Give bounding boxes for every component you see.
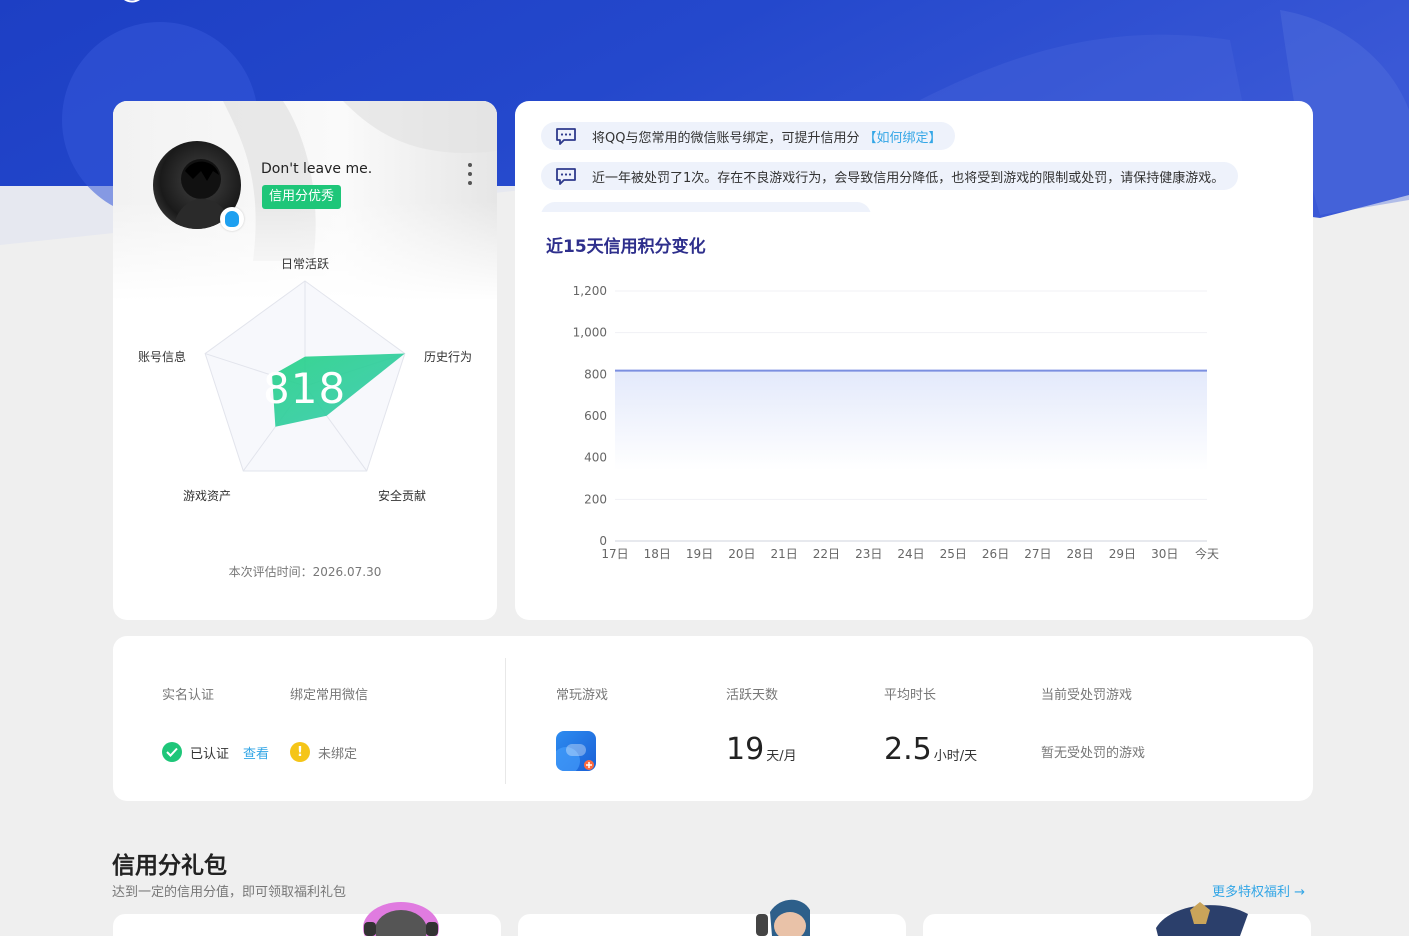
x-tick-label: 29日 [1109, 547, 1136, 561]
chat-icon [556, 128, 576, 145]
credit-score: 818 [263, 364, 347, 413]
active-days-heading: 活跃天数 [726, 688, 779, 703]
wechat-value: 未绑定 [318, 746, 358, 762]
x-tick-label: 24日 [897, 547, 924, 561]
radar-label-security: 安全贡献 [378, 489, 427, 503]
radar-label-history: 历史行为 [424, 350, 473, 364]
y-tick-label: 200 [584, 492, 607, 506]
y-tick-label: 600 [584, 409, 607, 423]
credit-trend-chart: 0 200 400 600 800 1,000 1,200 17日 18日 19日 20日 21日 22… [573, 284, 1219, 561]
x-tick-label: 18日 [644, 547, 671, 561]
gift-section-subtitle: 达到一定的信用分值，即可领取福利礼包 [112, 885, 347, 900]
y-tick-label: 400 [584, 451, 607, 465]
x-tick-label: 22日 [813, 547, 840, 561]
x-tick-label: 20日 [728, 547, 755, 561]
y-tick-label: 800 [584, 367, 607, 381]
y-tick-label: 1,000 [573, 326, 607, 340]
x-tick-label: 19日 [686, 547, 713, 561]
x-tick-label: 21日 [771, 547, 798, 561]
penalty-heading: 当前受处罚游戏 [1041, 688, 1133, 703]
x-tick-label: 26日 [982, 547, 1009, 561]
username: Don't leave me. [261, 161, 373, 177]
x-tick-label: 30日 [1151, 547, 1178, 561]
notice-penalty: 近一年被处罚了1次。存在不良游戏行为，会导致信用分降低，也将受到游戏的限制或处罚… [541, 162, 1239, 190]
penalty-value: 暂无受处罚的游戏 [1041, 746, 1146, 761]
avg-time-heading: 平均时长 [884, 688, 937, 703]
gift-character-art-3 [1156, 902, 1248, 936]
notice-text: 将QQ与您常用的微信账号绑定，可提升信用分 [592, 130, 860, 146]
chat-icon [556, 168, 576, 185]
realname-value: 已认证 [190, 746, 230, 762]
x-tick-label: 23日 [855, 547, 882, 561]
gift-character-art-2 [756, 899, 810, 936]
credit-level-badge: 信用分优秀 [262, 185, 342, 209]
notice-text: 近一年被处罚了1次。存在不良游戏行为，会导致信用分降低，也将受到游戏的限制或处罚… [592, 170, 1225, 186]
x-tick-label: 今天 [1195, 546, 1219, 561]
x-tick-label: 27日 [1024, 547, 1051, 561]
radar-label-assets: 游戏资产 [183, 489, 232, 503]
active-days-number: 19 [726, 732, 765, 767]
logo-icon [124, 0, 140, 3]
x-tick-label: 25日 [940, 547, 967, 561]
check-icon [162, 742, 182, 762]
more-icon[interactable] [463, 163, 477, 185]
game-heading: 常玩游戏 [556, 688, 609, 703]
game-icon[interactable] [556, 731, 596, 771]
gift-character-art-1 [363, 902, 439, 936]
realname-status: 已认证 查看 [162, 742, 269, 762]
gift-card-2[interactable] [518, 914, 906, 936]
x-tick-label: 28日 [1067, 547, 1094, 561]
evaluation-time: 本次评估时间：2026.07.30 [228, 565, 382, 579]
divider [505, 658, 506, 784]
area-fill [615, 370, 1207, 471]
notice-partial [541, 202, 871, 212]
active-days: 19 天/月 [726, 732, 797, 767]
chart-title: 近15天信用积分变化 [546, 237, 706, 257]
active-days-unit: 天/月 [766, 749, 797, 764]
account-stats-card: 实名认证 绑定常用微信 已认证 查看 ! 未绑定 常玩游戏 活跃天数 19 天/… [113, 636, 1313, 801]
credit-trend-card: 将QQ与您常用的微信账号绑定，可提升信用分 【如何绑定】 近一年被处罚了1次。存… [515, 101, 1313, 620]
notice-bind-wechat: 将QQ与您常用的微信账号绑定，可提升信用分 【如何绑定】 [541, 122, 956, 150]
y-tick-label: 1,200 [573, 284, 607, 298]
how-to-bind-link[interactable]: 【如何绑定】 [863, 127, 941, 146]
radar-label-daily: 日常活跃 [281, 257, 330, 271]
qq-icon [220, 207, 244, 231]
warning-icon: ! [290, 742, 310, 762]
gift-card-3[interactable] [923, 914, 1311, 936]
realname-heading: 实名认证 [162, 688, 215, 703]
y-tick-label: 0 [599, 534, 607, 548]
profile-card: Don't leave me. 信用分优秀 日常活跃 历史行为 安全贡献 游戏资… [113, 101, 497, 620]
avg-time-number: 2.5 [884, 732, 932, 767]
avg-time-unit: 小时/天 [933, 749, 978, 764]
wechat-heading: 绑定常用微信 [290, 688, 369, 703]
view-link[interactable]: 查看 [243, 743, 269, 762]
x-tick-label: 17日 [601, 547, 628, 561]
gift-section-title: 信用分礼包 [112, 853, 227, 879]
avg-time: 2.5 小时/天 [884, 732, 977, 767]
radar-label-account: 账号信息 [138, 350, 187, 364]
wechat-status: ! 未绑定 [290, 742, 357, 762]
